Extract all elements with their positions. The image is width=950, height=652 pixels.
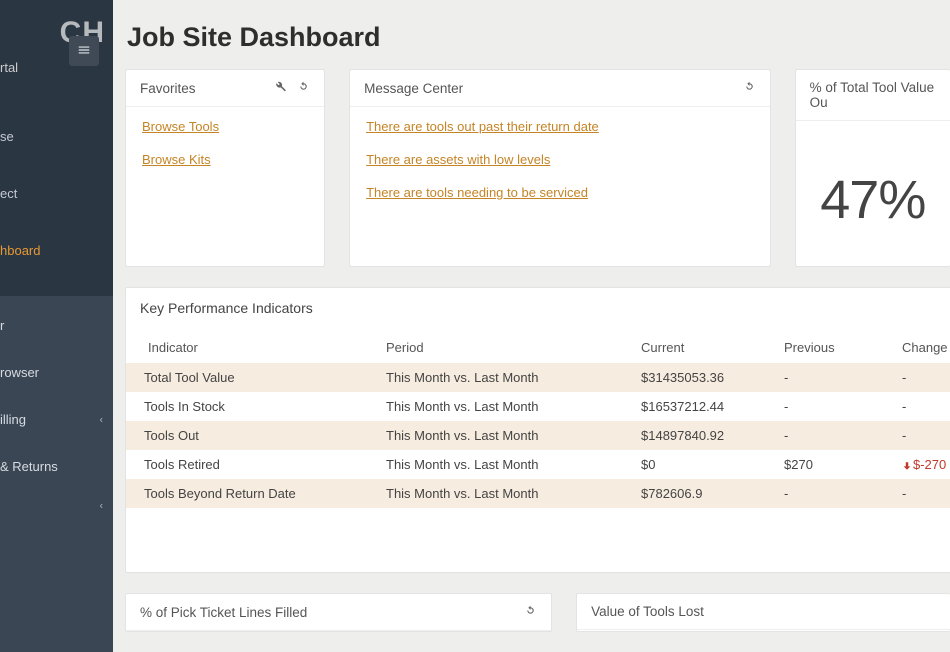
kpi-change: $-270	[892, 450, 950, 479]
kpi-current: $31435053.36	[631, 363, 774, 392]
kpi-change: -	[892, 421, 950, 450]
chevron-left-icon: ‹	[100, 414, 103, 425]
kpi-previous: -	[774, 392, 892, 421]
kpi-previous: -	[774, 421, 892, 450]
bottom-card-row: % of Pick Ticket Lines Filled Value of T…	[125, 593, 950, 632]
kpi-current: $0	[631, 450, 774, 479]
message-center-title: Message Center	[364, 81, 743, 96]
tools-lost-title: Value of Tools Lost	[591, 604, 936, 619]
kpi-indicator: Tools In Stock	[126, 392, 376, 421]
percent-out-title: % of Total Tool Value Ou	[810, 80, 936, 110]
kpi-card-title: Key Performance Indicators	[126, 288, 950, 334]
sidebar: CH rtal seecthboard rrowserilling‹ & Ret…	[0, 0, 113, 652]
kpi-period: This Month vs. Last Month	[376, 421, 631, 450]
kpi-row: Tools Beyond Return DateThis Month vs. L…	[126, 479, 950, 508]
nav-item[interactable]: r	[0, 308, 113, 343]
nav-item[interactable]: & Returns	[0, 449, 113, 484]
favorites-card-title: Favorites	[140, 81, 274, 96]
kpi-row: Tools OutThis Month vs. Last Month$14897…	[126, 421, 950, 450]
kpi-previous: -	[774, 479, 892, 508]
kpi-card: Key Performance Indicators IndicatorPeri…	[125, 287, 950, 573]
kpi-period: This Month vs. Last Month	[376, 363, 631, 392]
kpi-change: -	[892, 392, 950, 421]
tools-lost-card: Value of Tools Lost	[576, 593, 950, 632]
kpi-column-header: Current	[631, 334, 774, 363]
nav-item[interactable]: illing‹	[0, 402, 113, 437]
kpi-column-header: Change	[892, 334, 950, 363]
refresh-icon[interactable]	[524, 604, 537, 620]
message-link[interactable]: There are tools out past their return da…	[366, 119, 754, 134]
top-card-row: Favorites Browse Tools Browse Kits Messag…	[125, 69, 950, 267]
message-link[interactable]: There are assets with low levels	[366, 152, 754, 167]
kpi-change: -	[892, 363, 950, 392]
kpi-current: $16537212.44	[631, 392, 774, 421]
kpi-indicator: Tools Retired	[126, 450, 376, 479]
pick-ticket-card: % of Pick Ticket Lines Filled	[125, 593, 552, 632]
kpi-column-header: Indicator	[126, 334, 376, 363]
favorite-link[interactable]: Browse Tools	[142, 119, 308, 134]
kpi-column-header: Period	[376, 334, 631, 363]
page-title: Job Site Dashboard	[127, 22, 950, 53]
kpi-row: Tools RetiredThis Month vs. Last Month$0…	[126, 450, 950, 479]
nav-item[interactable]: rowser	[0, 355, 113, 390]
kpi-indicator: Tools Out	[126, 421, 376, 450]
kpi-row: Total Tool ValueThis Month vs. Last Mont…	[126, 363, 950, 392]
percent-out-value: 47%	[796, 121, 950, 231]
kpi-period: This Month vs. Last Month	[376, 392, 631, 421]
kpi-header-row: IndicatorPeriodCurrentPreviousChange	[126, 334, 950, 363]
kpi-row: Tools In StockThis Month vs. Last Month$…	[126, 392, 950, 421]
favorites-links: Browse Tools Browse Kits	[126, 107, 324, 199]
kpi-previous: -	[774, 363, 892, 392]
kpi-column-header: Previous	[774, 334, 892, 363]
kpi-table: IndicatorPeriodCurrentPreviousChange Tot…	[126, 334, 950, 508]
wrench-icon[interactable]	[274, 80, 287, 96]
percent-tool-value-out-card: % of Total Tool Value Ou 47%	[795, 69, 950, 267]
message-links: There are tools out past their return da…	[350, 107, 770, 232]
kpi-current: $782606.9	[631, 479, 774, 508]
pick-ticket-title: % of Pick Ticket Lines Filled	[140, 605, 524, 620]
kpi-change: -	[892, 479, 950, 508]
kpi-period: This Month vs. Last Month	[376, 479, 631, 508]
main-content: Job Site Dashboard Favorites Browse Tool…	[113, 0, 950, 652]
nav-primary: se ect hboard	[0, 119, 113, 296]
sidebar-toggle-button[interactable]	[69, 36, 99, 66]
kpi-period: This Month vs. Last Month	[376, 450, 631, 479]
kpi-previous: $270	[774, 450, 892, 479]
message-link[interactable]: There are tools needing to be serviced	[366, 185, 754, 200]
kpi-indicator: Total Tool Value	[126, 363, 376, 392]
kpi-indicator: Tools Beyond Return Date	[126, 479, 376, 508]
chevron-left-icon: ‹	[100, 501, 103, 512]
nav-item[interactable]: ‹	[0, 496, 113, 516]
refresh-icon[interactable]	[743, 80, 756, 96]
kpi-current: $14897840.92	[631, 421, 774, 450]
favorite-link[interactable]: Browse Kits	[142, 152, 308, 167]
refresh-icon[interactable]	[297, 80, 310, 96]
arrow-down-icon	[902, 461, 912, 471]
hamburger-icon	[77, 43, 91, 60]
message-center-card: Message Center There are tools out past …	[349, 69, 771, 267]
nav-item[interactable]: ect	[0, 176, 113, 211]
nav-item[interactable]: hboard	[0, 233, 113, 268]
nav-secondary: r rowser illing‹ & Returns ‹	[0, 296, 113, 652]
nav-item[interactable]: se	[0, 119, 113, 154]
favorites-card: Favorites Browse Tools Browse Kits	[125, 69, 325, 267]
